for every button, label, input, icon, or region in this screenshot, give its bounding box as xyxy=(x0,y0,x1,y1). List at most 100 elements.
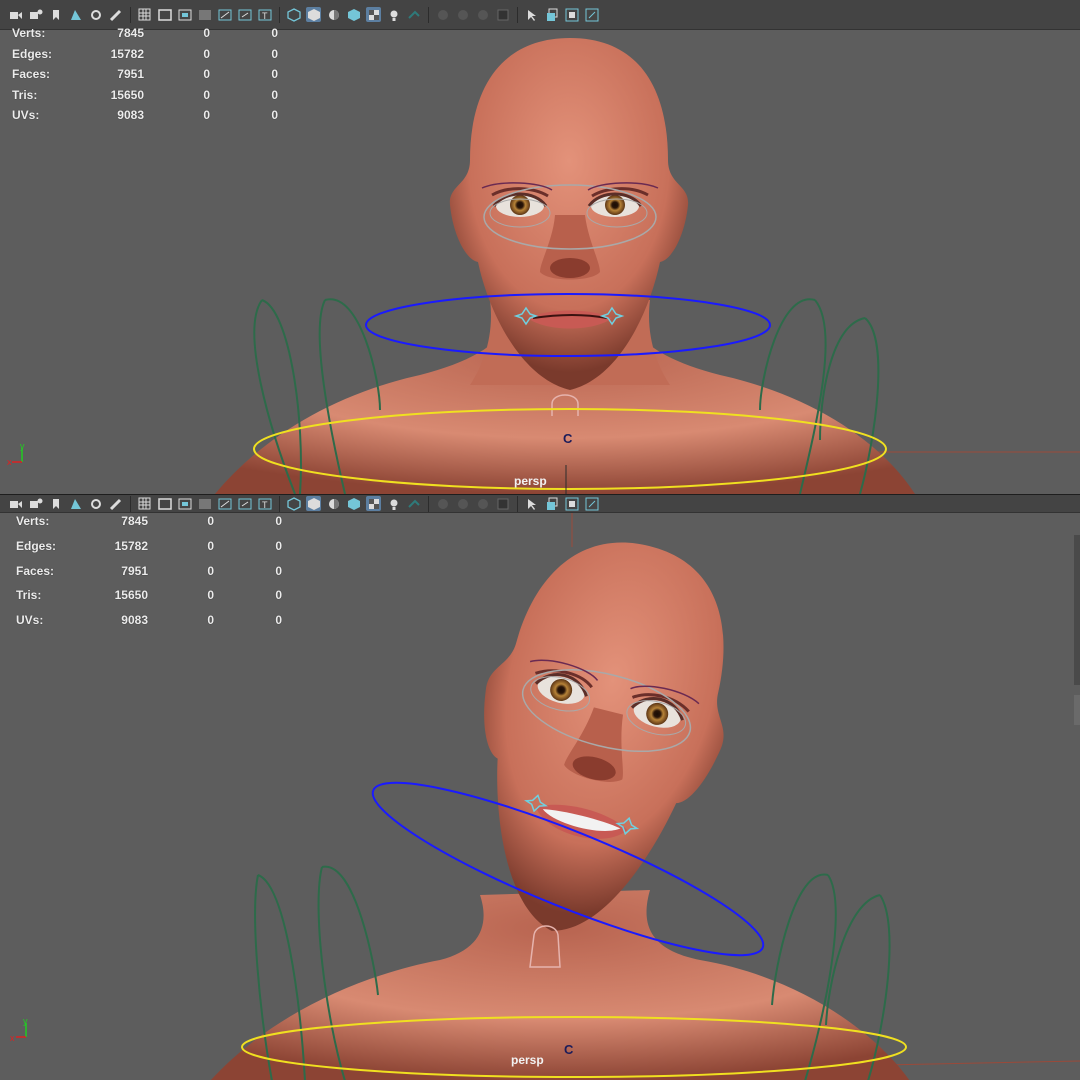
camera-name-label: persp xyxy=(511,1053,544,1067)
hud-selected: 0 xyxy=(203,87,210,102)
xray-joints-icon[interactable] xyxy=(584,7,599,22)
viewport-bottom[interactable]: T Verts: 7845 0 0 Edges: 15782 0 0 Faces: 7951 0… xyxy=(0,494,1080,1080)
viewport-scrollbar-thumb[interactable] xyxy=(1074,695,1080,725)
arm-control-left-inner-2[interactable] xyxy=(321,865,379,996)
gate-mask-icon[interactable] xyxy=(197,7,212,22)
isolate-select-icon[interactable] xyxy=(524,496,539,511)
resolution-gate-icon[interactable] xyxy=(177,7,192,22)
shadows-icon[interactable] xyxy=(406,7,421,22)
hud-row: UVs: 9083 0 0 xyxy=(16,608,282,633)
ambient-occlusion-icon[interactable] xyxy=(435,7,450,22)
hud-label: Verts: xyxy=(12,26,46,41)
lights-icon[interactable] xyxy=(386,496,401,511)
shade-wireframe-icon[interactable] xyxy=(346,7,361,22)
textured-icon[interactable] xyxy=(366,7,381,22)
smooth-shade-icon[interactable] xyxy=(306,496,321,511)
hud-row: Tris: 15650 0 0 xyxy=(16,583,282,608)
default-material-icon[interactable] xyxy=(326,496,341,511)
ambient-occlusion-icon[interactable] xyxy=(435,496,450,511)
hud-value: 9083 xyxy=(117,108,144,123)
default-material-icon[interactable] xyxy=(326,7,341,22)
view-axis-indicator: y x xyxy=(7,441,25,467)
xray-icon[interactable] xyxy=(544,496,559,511)
hud-label: Tris: xyxy=(12,87,38,102)
hud-value: 15650 xyxy=(110,87,144,102)
motion-blur-icon[interactable] xyxy=(455,7,470,22)
xray-icon[interactable] xyxy=(544,7,559,22)
xray-joints-icon[interactable] xyxy=(584,496,599,511)
safe-action-icon[interactable] xyxy=(237,7,252,22)
hud-selected-objects: 0 xyxy=(271,26,278,41)
depth-of-field-icon[interactable] xyxy=(495,496,510,511)
hud-selected-objects: 0 xyxy=(275,539,282,554)
wireframe-icon[interactable] xyxy=(286,7,301,22)
hud-selected: 0 xyxy=(207,588,214,603)
svg-text:T: T xyxy=(262,11,268,21)
shadows-icon[interactable] xyxy=(406,496,421,511)
hud-selected: 0 xyxy=(207,613,214,628)
arm-control-right-inner-2[interactable] xyxy=(825,894,881,1026)
camera-icon[interactable] xyxy=(8,7,23,22)
hud-selected: 0 xyxy=(207,514,214,529)
viewport-scrollbar[interactable] xyxy=(1074,535,1080,685)
center-control-label[interactable]: C xyxy=(563,431,572,446)
wireframe-icon[interactable] xyxy=(286,496,301,511)
camera-attributes-icon[interactable] xyxy=(28,7,43,22)
isolate-select-icon[interactable] xyxy=(524,7,539,22)
hud-label: Edges: xyxy=(12,46,53,61)
smooth-shade-icon[interactable] xyxy=(306,7,321,22)
toolbar-separator xyxy=(130,6,131,23)
head-group xyxy=(484,542,724,931)
viewport-top[interactable]: T Verts: 7845 0 0 Edges: 15782 0 0 Faces: 7951 0… xyxy=(0,0,1080,494)
xray-active-components-icon[interactable] xyxy=(564,496,579,511)
camera-name-label: persp xyxy=(514,474,547,488)
axis-y-label: y xyxy=(23,1016,28,1026)
depth-of-field-icon[interactable] xyxy=(495,7,510,22)
axis-x-label: x xyxy=(7,457,12,467)
hud-selected: 0 xyxy=(203,67,210,82)
lights-icon[interactable] xyxy=(386,7,401,22)
hud-value: 15782 xyxy=(114,539,148,554)
hud-row: Faces: 7951 0 0 xyxy=(16,558,282,583)
poly-count-hud-bottom: Verts: 7845 0 0 Edges: 15782 0 0 Faces: 7951 0 0 … xyxy=(16,509,282,632)
hud-selected-objects: 0 xyxy=(275,563,282,578)
center-control-label[interactable]: C xyxy=(564,1042,573,1057)
hud-selected-objects: 0 xyxy=(275,588,282,603)
xray-active-components-icon[interactable] xyxy=(564,7,579,22)
toolbar-separator xyxy=(428,6,429,23)
hud-label: UVs: xyxy=(16,613,44,628)
svg-text:T: T xyxy=(262,500,268,510)
toolbar-separator xyxy=(279,6,280,23)
shade-wireframe-icon[interactable] xyxy=(346,496,361,511)
grease-pencil-icon[interactable] xyxy=(108,7,123,22)
axis-x-label: x xyxy=(10,1033,15,1043)
anti-aliasing-icon[interactable] xyxy=(475,7,490,22)
hud-label: Verts: xyxy=(16,514,50,529)
hud-value: 7845 xyxy=(117,26,144,41)
iris-left xyxy=(510,195,530,215)
hud-label: Faces: xyxy=(12,67,51,82)
hud-label: Tris: xyxy=(16,588,42,603)
hud-selected-objects: 0 xyxy=(271,67,278,82)
hud-value: 9083 xyxy=(121,613,148,628)
hud-selected-objects: 0 xyxy=(271,108,278,123)
safe-title-icon[interactable]: T xyxy=(257,7,272,22)
image-plane-icon[interactable] xyxy=(68,7,83,22)
2d-pan-zoom-icon[interactable] xyxy=(88,7,103,22)
field-chart-icon[interactable] xyxy=(217,7,232,22)
head-mesh xyxy=(449,38,689,390)
toolbar-separator xyxy=(428,495,429,512)
toolbar-separator xyxy=(517,495,518,512)
hud-value: 7951 xyxy=(121,563,148,578)
hud-selected: 0 xyxy=(207,563,214,578)
grid-icon[interactable] xyxy=(137,7,152,22)
poly-count-hud-top: Verts: 7845 0 0 Edges: 15782 0 0 Faces: 7951 0 0 … xyxy=(12,23,278,126)
bookmark-icon[interactable] xyxy=(48,7,63,22)
film-gate-icon[interactable] xyxy=(157,7,172,22)
hud-value: 15782 xyxy=(110,46,144,61)
motion-blur-icon[interactable] xyxy=(455,496,470,511)
hud-label: Faces: xyxy=(16,563,55,578)
hud-selected-objects: 0 xyxy=(271,46,278,61)
textured-icon[interactable] xyxy=(366,496,381,511)
anti-aliasing-icon[interactable] xyxy=(475,496,490,511)
